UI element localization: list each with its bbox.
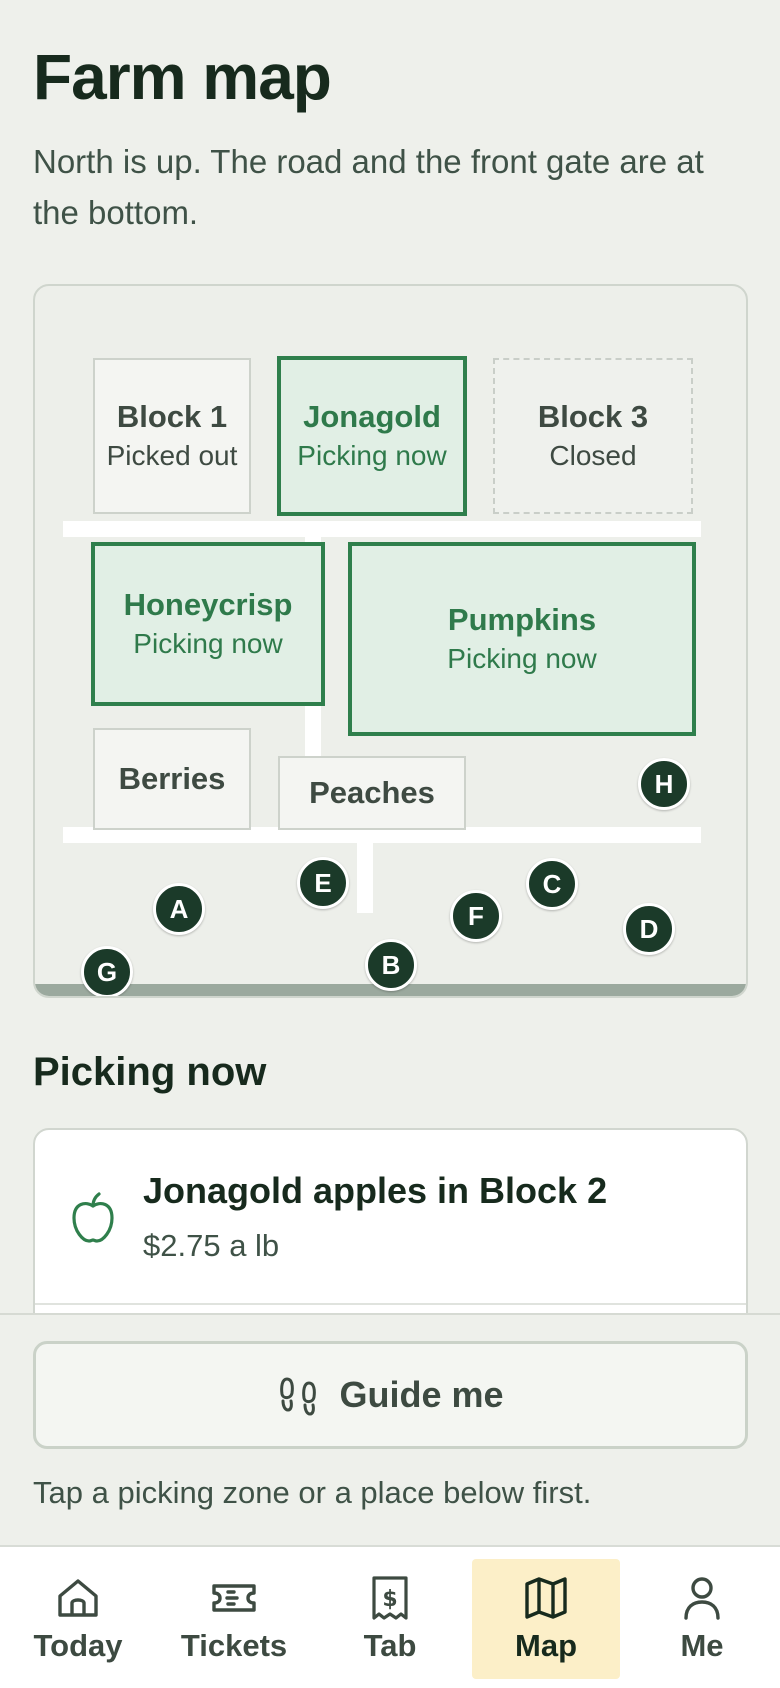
bottom-tab-bar: Today Tickets $ Tab Map Me bbox=[0, 1545, 780, 1688]
honeycrisp-zone[interactable]: Honeycrisp Picking now bbox=[91, 542, 325, 706]
farm-map[interactable]: Block 1 Picked out Jonagold Picking now … bbox=[33, 284, 748, 998]
pick-item-price: $2.75 a lb bbox=[143, 1228, 280, 1263]
block-1-zone[interactable]: Block 1 Picked out bbox=[93, 358, 251, 514]
pick-item-title: Jonagold apples in Block 2 bbox=[143, 1170, 608, 1211]
guide-me-button[interactable]: Guide me bbox=[33, 1341, 748, 1449]
marker-f[interactable]: F bbox=[450, 890, 502, 942]
guide-me-label: Guide me bbox=[339, 1374, 504, 1415]
apple-icon bbox=[72, 1192, 114, 1243]
block-status: Closed bbox=[549, 440, 637, 471]
tab-label: Tickets bbox=[180, 1628, 288, 1663]
block-name: Block 1 bbox=[116, 399, 228, 434]
peaches-zone[interactable]: Peaches bbox=[278, 756, 466, 830]
block-name: Peaches bbox=[309, 775, 435, 810]
tab-map[interactable]: Map bbox=[472, 1559, 620, 1679]
block-name: Berries bbox=[118, 761, 226, 796]
user-icon bbox=[684, 1577, 720, 1620]
road-upper bbox=[63, 521, 701, 537]
marker-a[interactable]: A bbox=[153, 883, 205, 935]
block-name: Block 3 bbox=[537, 399, 649, 434]
footprints-icon bbox=[280, 1377, 317, 1416]
road-gate-path bbox=[357, 841, 373, 913]
home-icon bbox=[58, 1579, 98, 1617]
marker-h[interactable]: H bbox=[638, 758, 690, 810]
marker-e[interactable]: E bbox=[297, 857, 349, 909]
tab-today[interactable]: Today bbox=[12, 1559, 144, 1679]
tab-label: Map bbox=[515, 1628, 577, 1663]
tab-tickets[interactable]: Tickets bbox=[164, 1559, 304, 1679]
tab-label: Tab bbox=[363, 1628, 417, 1663]
marker-c[interactable]: C bbox=[526, 858, 578, 910]
list-item[interactable]: Jonagold apples in Block 2 $2.75 a lb bbox=[35, 1130, 746, 1305]
block-3-zone[interactable]: Block 3 Closed bbox=[493, 358, 693, 514]
berries-zone[interactable]: Berries bbox=[93, 728, 251, 830]
tab-me[interactable]: Me bbox=[636, 1559, 768, 1679]
jonagold-zone[interactable]: Jonagold Picking now bbox=[277, 356, 467, 516]
page-title: Farm map bbox=[33, 41, 332, 113]
block-name: Honeycrisp bbox=[123, 587, 293, 622]
marker-g[interactable]: G bbox=[81, 946, 133, 996]
block-status: Picked out bbox=[106, 440, 238, 471]
guide-panel: Guide me Tap a picking zone or a place b… bbox=[0, 1313, 780, 1545]
svg-text:$: $ bbox=[382, 1587, 397, 1612]
receipt-icon: $ bbox=[372, 1576, 408, 1620]
block-status: Picking now bbox=[133, 628, 283, 659]
picking-now-heading: Picking now bbox=[33, 1050, 267, 1094]
tab-tab[interactable]: $ Tab bbox=[324, 1559, 456, 1679]
tab-label: Today bbox=[33, 1628, 123, 1663]
tab-label: Me bbox=[680, 1628, 724, 1663]
block-name: Pumpkins bbox=[447, 602, 597, 637]
block-status: Picking now bbox=[447, 643, 597, 674]
block-status: Picking now bbox=[297, 440, 447, 471]
map-icon bbox=[525, 1577, 567, 1619]
marker-b[interactable]: B bbox=[365, 939, 417, 991]
guide-hint: Tap a picking zone or a place below firs… bbox=[33, 1475, 592, 1510]
page-subtitle: North is up. The road and the front gate… bbox=[33, 143, 704, 231]
ticket-icon bbox=[212, 1584, 256, 1612]
pumpkins-zone[interactable]: Pumpkins Picking now bbox=[348, 542, 696, 736]
block-name: Jonagold bbox=[303, 399, 441, 434]
marker-d[interactable]: D bbox=[623, 903, 675, 955]
